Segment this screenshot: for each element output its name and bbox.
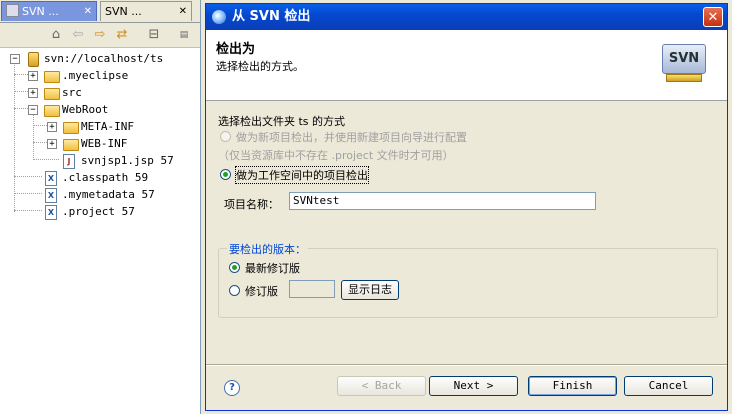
back-arrow-icon[interactable]: ⇦ xyxy=(70,27,86,43)
collapse-toggle-icon[interactable]: − xyxy=(10,54,20,64)
finish-button[interactable]: Finish xyxy=(528,376,617,396)
back-button[interactable]: < Back xyxy=(337,376,426,396)
button-separator xyxy=(206,364,727,366)
show-log-button[interactable]: 显示日志 xyxy=(341,280,399,300)
project-name-input[interactable]: SVNtest xyxy=(289,192,596,210)
collapse-all-icon[interactable]: ⊟ xyxy=(146,27,162,43)
option-new-project-label: 做为新项目检出，并使用新建项目向导进行配置 xyxy=(236,131,467,144)
option-workspace-label: 做为工作空间中的项目检出 xyxy=(235,166,369,184)
repository-icon xyxy=(28,52,39,67)
page-subtitle: 选择检出的方式。 xyxy=(216,60,304,73)
close-tab-icon[interactable]: ✕ xyxy=(179,2,187,22)
expand-toggle-icon[interactable]: + xyxy=(47,122,57,132)
repository-tree: − svn://localhost/ts + .myeclipse + src … xyxy=(0,48,200,414)
radio-workspace-project[interactable] xyxy=(220,169,231,180)
new-repository-icon[interactable]: ▤ xyxy=(176,27,192,43)
expand-toggle-icon[interactable]: + xyxy=(28,71,38,81)
expand-toggle-icon[interactable]: + xyxy=(47,139,57,149)
checkout-prompt: 选择检出文件夹 ts 的方式 xyxy=(218,115,346,128)
collapse-toggle-icon[interactable]: − xyxy=(28,105,38,115)
next-button[interactable]: Next > xyxy=(429,376,518,396)
home-icon[interactable]: ⌂ xyxy=(48,27,64,43)
version-group-label: 要检出的版本： xyxy=(227,241,308,257)
refresh-icon[interactable]: ⇄ xyxy=(114,27,130,43)
svn-logo-icon: SVN xyxy=(662,44,706,84)
version-group: 要检出的版本： 最新修订版 修订版 显示日志 xyxy=(218,241,718,318)
xml-file-icon: X xyxy=(45,188,57,203)
tab-svn-other[interactable]: SVN ... ✕ xyxy=(100,1,192,21)
view-tabs: SVN ... ✕ SVN ... ✕ xyxy=(0,0,200,23)
checkout-dialog: 从 SVN 检出 ✕ 检出为 选择检出的方式。 SVN 选择检出文件夹 ts 的… xyxy=(205,3,728,411)
radio-specific-revision[interactable] xyxy=(229,285,240,296)
cancel-button[interactable]: Cancel xyxy=(624,376,713,396)
xml-file-icon: X xyxy=(45,205,57,220)
forward-arrow-icon[interactable]: ⇨ xyxy=(92,27,108,43)
folder-icon xyxy=(44,71,60,83)
radio-head-revision[interactable] xyxy=(229,262,240,273)
help-icon[interactable]: ? xyxy=(224,380,240,396)
dialog-titlebar[interactable]: 从 SVN 检出 ✕ xyxy=(206,4,727,30)
eclipse-icon xyxy=(212,10,226,24)
tab-svn-repositories[interactable]: SVN ... ✕ xyxy=(1,1,97,21)
folder-open-icon xyxy=(44,105,60,117)
expand-toggle-icon[interactable]: + xyxy=(28,88,38,98)
wizard-header: 检出为 选择检出的方式。 SVN xyxy=(206,30,727,101)
page-title: 检出为 xyxy=(216,42,256,57)
explorer-toolbar: ⌂ ⇦ ⇨ ⇄ ⊟ ▤ xyxy=(0,23,200,48)
close-button[interactable]: ✕ xyxy=(703,7,723,27)
svn-repository-explorer: SVN ... ✕ SVN ... ✕ ⌂ ⇦ ⇨ ⇄ ⊟ ▤ − svn://… xyxy=(0,0,201,414)
revision-input[interactable] xyxy=(289,280,335,298)
folder-icon xyxy=(44,88,60,100)
revision-label: 修订版 xyxy=(245,285,278,298)
project-name-label: 项目名称： xyxy=(224,198,279,211)
svn-view-icon xyxy=(6,4,19,17)
close-tab-icon[interactable]: ✕ xyxy=(84,2,92,22)
jsp-file-icon: J xyxy=(63,154,75,169)
option-new-project-note: （仅当资源库中不存在 .project 文件时才可用） xyxy=(218,149,454,162)
folder-icon xyxy=(63,122,79,134)
head-revision-label: 最新修订版 xyxy=(245,262,300,275)
radio-new-project[interactable] xyxy=(220,131,231,142)
xml-file-icon: X xyxy=(45,171,57,186)
folder-icon xyxy=(63,139,79,151)
dialog-title: 从 SVN 检出 xyxy=(232,9,311,24)
